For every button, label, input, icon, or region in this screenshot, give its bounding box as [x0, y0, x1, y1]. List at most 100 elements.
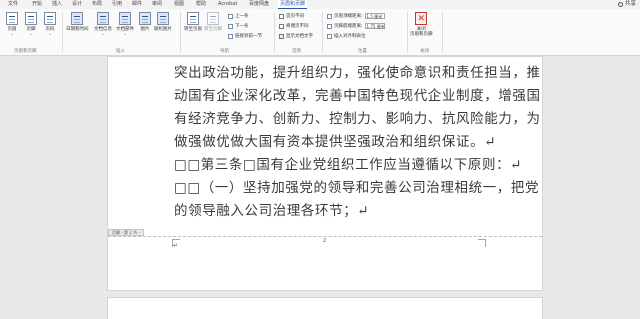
link-previous-label: 链接到前一节	[235, 34, 262, 39]
chevron-down-icon: ⌄	[123, 31, 127, 36]
document-page-next[interactable]	[107, 297, 543, 319]
date-time-label: 日期和时间	[66, 27, 89, 32]
chevron-down-icon: ⌄	[48, 31, 52, 36]
goto-footer-label: 转至页脚	[204, 27, 222, 32]
goto-footer-button[interactable]: 转至页脚	[204, 12, 222, 32]
tab-design[interactable]: 设计	[70, 0, 84, 9]
show-document-text-checkbox[interactable]: ✓ 显示文档文字	[279, 33, 313, 39]
quick-parts-button[interactable]: 文档部件 ⌄	[116, 12, 134, 36]
page-number-icon	[44, 12, 56, 25]
group-separator	[274, 12, 275, 52]
body-text-line[interactable]: 动国有企业深化改革，完善中国特色现代企业制度，增强国	[174, 84, 541, 104]
checkbox-checked-icon: ✓	[279, 33, 284, 39]
footer-from-bottom-input[interactable]: 1.75 厘米	[364, 23, 385, 29]
group-separator	[407, 12, 408, 52]
group-label-position: 位置	[358, 49, 367, 54]
document-page[interactable]: 突出政治功能，提升组织力，强化使命意识和责任担当，推 动国有企业深化改革，完善中…	[107, 56, 543, 291]
tab-review[interactable]: 审阅	[150, 0, 164, 9]
tab-file[interactable]: 文件	[6, 0, 20, 9]
crop-mark	[478, 239, 486, 247]
ribbon: 页眉 ⌄ 页脚 ⌄ 页码 ⌄ 页眉和页脚 日期和时间 文档信息 ⌄ 文档部件 ⌄…	[0, 9, 640, 56]
online-picture-icon	[157, 12, 169, 25]
header-icon	[6, 12, 18, 25]
alignment-tab-icon	[327, 33, 332, 39]
footer-from-bottom-label: 页脚底端距离:	[334, 24, 363, 29]
close-icon	[415, 12, 428, 25]
tab-baidu-netdisk[interactable]: 百度网盘	[247, 0, 271, 9]
chevron-down-icon: ⌄	[101, 31, 105, 36]
article-heading-line[interactable]: □□第三条□国有企业党组织工作应当遵循以下原则：↵	[174, 153, 522, 173]
document-info-icon	[97, 12, 109, 25]
different-odd-even-checkbox[interactable]: 奇偶页不同	[279, 23, 309, 29]
tab-references[interactable]: 引用	[110, 0, 124, 9]
footer-page-number[interactable]: 2	[323, 238, 326, 244]
group-separator	[442, 12, 443, 52]
prev-label: 上一条	[235, 14, 249, 19]
tab-insert[interactable]: 插入	[50, 0, 64, 9]
page-number-button[interactable]: 页码 ⌄	[44, 12, 56, 36]
insert-alignment-tab-button[interactable]: 插入对齐制表位	[327, 33, 366, 39]
body-text-line[interactable]: 突出政治功能，提升组织力，强化使命意识和责任担当，推	[174, 61, 541, 81]
group-label-insert: 插入	[116, 49, 125, 54]
close-header-footer-button[interactable]: 关闭 页眉和页脚	[410, 12, 433, 37]
footer-button[interactable]: 页脚 ⌄	[25, 12, 37, 36]
body-text-line[interactable]: 的领导融入公司治理各环节；↵	[174, 199, 369, 219]
insert-alignment-tab-label: 插入对齐制表位	[334, 34, 366, 39]
checkbox-icon	[279, 13, 284, 19]
next-label: 下一条	[235, 24, 249, 29]
different-odd-even-label: 奇偶页不同	[286, 24, 309, 29]
picture-icon	[139, 12, 151, 25]
tab-header-footer[interactable]: 页眉和页脚	[278, 0, 308, 9]
picture-button[interactable]: 图片	[139, 12, 151, 32]
show-document-text-label: 显示文档文字	[286, 34, 313, 39]
arrow-down-icon	[228, 23, 233, 29]
header-from-top-label: 页眉顶端距离:	[334, 14, 363, 19]
share-icon	[617, 2, 623, 7]
tab-acrobat[interactable]: Acrobat	[216, 0, 239, 9]
chevron-down-icon: ⌄	[29, 31, 33, 36]
header-position-icon	[327, 13, 332, 19]
share-button[interactable]: 共享	[617, 0, 636, 9]
footer-section-tag: 页脚 - 第 2 节 -	[108, 229, 144, 236]
doc-info-button[interactable]: 文档信息 ⌄	[94, 12, 112, 36]
quick-parts-icon	[119, 12, 131, 25]
different-first-page-label: 首页不同	[286, 14, 304, 19]
date-time-button[interactable]: 日期和时间	[66, 12, 89, 32]
header-button[interactable]: 页眉 ⌄	[6, 12, 18, 36]
body-text-line[interactable]: □□（一）坚持加强党的领导和完善公司治理相统一，把党	[174, 176, 539, 196]
header-from-top-row: 页眉顶端距离: 1.5 厘米	[327, 13, 385, 19]
close-header-footer-label: 关闭 页眉和页脚	[410, 27, 433, 37]
tab-help[interactable]: 帮助	[194, 0, 208, 9]
calendar-icon	[71, 12, 84, 25]
body-text-line[interactable]: 有经济竞争力、创新力、控制力、影响力、抗风险能力，为	[174, 107, 541, 127]
goto-header-label: 转至页眉	[184, 27, 202, 32]
group-label-options: 选项	[292, 49, 301, 54]
arrow-up-icon	[228, 13, 233, 19]
group-label-close: 关闭	[420, 49, 429, 54]
link-icon	[228, 33, 233, 39]
group-separator	[62, 12, 63, 52]
checkbox-icon	[279, 23, 284, 29]
group-separator	[180, 12, 181, 52]
tab-layout[interactable]: 布局	[90, 0, 104, 9]
link-previous-button[interactable]: 链接到前一节	[228, 33, 262, 39]
group-label-navigation: 导航	[220, 49, 229, 54]
body-text-line[interactable]: 做强做优做大国有资本提供坚强政治和组织保证。↵	[174, 130, 496, 150]
tab-mailings[interactable]: 邮件	[130, 0, 144, 9]
next-button[interactable]: 下一条	[228, 23, 249, 29]
paragraph-mark: ↵	[173, 242, 179, 249]
tab-view[interactable]: 视图	[172, 0, 186, 9]
tab-home[interactable]: 开始	[30, 0, 44, 9]
different-first-page-checkbox[interactable]: 首页不同	[279, 13, 304, 19]
share-label: 共享	[624, 1, 636, 7]
group-separator	[322, 12, 323, 52]
group-label-header-footer: 页眉和页脚	[14, 49, 37, 54]
prev-button[interactable]: 上一条	[228, 13, 249, 19]
online-picture-button[interactable]: 联机图片	[154, 12, 172, 32]
footer-from-bottom-row: 页脚底端距离: 1.75 厘米	[327, 23, 385, 29]
ribbon-tab-bar: 文件 开始 插入 设计 布局 引用 邮件 审阅 视图 帮助 Acrobat 百度…	[0, 0, 640, 9]
goto-footer-icon	[207, 12, 219, 25]
header-from-top-input[interactable]: 1.5 厘米	[364, 13, 385, 19]
footer-position-icon	[327, 23, 332, 29]
goto-header-button[interactable]: 转至页眉	[184, 12, 202, 32]
